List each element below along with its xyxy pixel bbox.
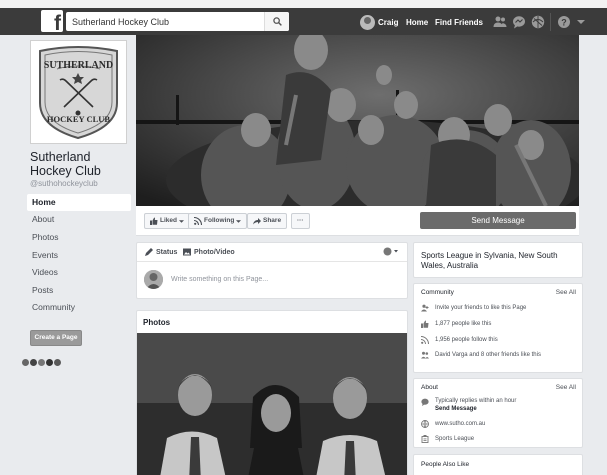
chevron-down-icon — [178, 219, 184, 223]
friends-icon — [421, 351, 429, 359]
community-card: Community See All Invite your friends to… — [413, 283, 583, 373]
page-avatar-icon — [383, 247, 398, 256]
profile-link[interactable]: Craig — [360, 14, 398, 30]
rss-icon — [194, 217, 202, 225]
chevron-down-icon — [236, 219, 242, 223]
create-page-button[interactable]: Create a Page — [30, 330, 82, 346]
follows-count: 1,956 people follow this — [435, 337, 498, 343]
search-icon — [273, 17, 282, 26]
likes-row: 1,877 people like this — [421, 319, 491, 329]
find-friends-link[interactable]: Find Friends — [435, 18, 483, 27]
like-icon — [421, 320, 429, 328]
left-nav-events[interactable]: Events — [27, 247, 131, 264]
about-title[interactable]: About — [421, 384, 438, 391]
status-tab[interactable]: Status — [145, 248, 177, 256]
photos-title[interactable]: Photos — [143, 318, 170, 327]
left-nav-community[interactable]: Community — [27, 299, 131, 316]
messages-icon — [421, 398, 429, 406]
photos-section: Photos — [136, 310, 408, 475]
share-label: Share — [263, 217, 282, 224]
invite-friends-row[interactable]: Invite your friends to like this Page — [421, 303, 526, 313]
community-see-all-link[interactable]: See All — [556, 289, 576, 296]
rss-icon — [421, 336, 429, 344]
globe-icon — [421, 420, 429, 428]
website-link[interactable]: www.sutho.com.au — [435, 421, 485, 427]
left-nav-posts[interactable]: Posts — [27, 282, 131, 299]
invite-friends-text: Invite your friends to like this Page — [435, 305, 527, 311]
composer-input[interactable]: Write something on this Page... — [171, 276, 268, 283]
share-icon — [253, 218, 261, 225]
website-row[interactable]: www.sutho.com.au — [421, 419, 485, 429]
following-button[interactable]: Following — [188, 213, 248, 229]
category-icon — [421, 435, 429, 443]
avatar — [360, 14, 375, 30]
page-profile-picture[interactable]: SUTHERLAND HOCKEY CLUB — [30, 40, 127, 144]
search-box[interactable] — [66, 12, 289, 32]
avatar[interactable] — [38, 359, 45, 366]
composer-tabs: Status Photo/Video — [137, 243, 407, 262]
post-composer: Status Photo/Video Write something on th… — [136, 242, 408, 299]
profile-name: Craig — [378, 17, 399, 27]
home-link[interactable]: Home — [406, 18, 428, 27]
svg-text:?: ? — [561, 18, 567, 28]
response-time-text: Typically replies within an hour — [435, 398, 517, 404]
liked-label: Liked — [160, 217, 177, 224]
invite-friends-icon — [421, 304, 429, 312]
cover-photo[interactable] — [136, 35, 579, 206]
left-nav-home[interactable]: Home — [27, 194, 131, 211]
logo-text-top: SUTHERLAND — [43, 60, 114, 71]
following-label: Following — [204, 217, 235, 224]
avatar[interactable] — [46, 359, 53, 366]
left-nav-about[interactable]: About — [27, 211, 131, 228]
category-row[interactable]: Sports League — [421, 434, 474, 444]
send-message-button[interactable]: Send Message — [420, 212, 576, 229]
share-button[interactable]: Share — [247, 213, 288, 229]
left-nav-videos[interactable]: Videos — [27, 264, 131, 281]
photo-video-tab-label: Photo/Video — [194, 248, 235, 256]
more-options-button[interactable]: ··· — [291, 213, 310, 229]
people-also-like-card: People Also Like — [413, 454, 583, 475]
pencil-icon — [145, 248, 153, 256]
page-category-card: Sports League in Sylvania, New South Wal… — [413, 242, 583, 278]
notifications-icon[interactable] — [530, 14, 546, 30]
facebook-logo-letter: f — [54, 12, 61, 32]
help-icon[interactable]: ? — [556, 14, 572, 30]
friends-like-row[interactable]: David Varga and 8 other friends like thi… — [421, 350, 541, 360]
left-column: SUTHERLAND HOCKEY CLUB Sutherland Hockey… — [27, 35, 131, 475]
page-category-location: Sports League in Sylvania, New South Wal… — [421, 251, 558, 270]
likes-count: 1,877 people like this — [435, 321, 492, 327]
photo-video-tab[interactable]: Photo/Video — [183, 248, 235, 256]
category-link[interactable]: Sports League — [435, 436, 474, 442]
friend-requests-icon[interactable] — [492, 14, 508, 30]
logo-text-bottom: HOCKEY CLUB — [46, 114, 111, 124]
nav-divider — [550, 13, 551, 31]
avatar[interactable] — [22, 359, 29, 366]
photo-icon — [183, 248, 191, 256]
avatar[interactable] — [30, 359, 37, 366]
liked-button[interactable]: Liked — [144, 213, 190, 229]
page-username[interactable]: @suthohockeyclub — [30, 179, 98, 188]
avatar[interactable] — [54, 359, 61, 366]
search-input[interactable] — [66, 12, 256, 32]
friend-avatars[interactable] — [22, 359, 61, 366]
messages-icon[interactable] — [511, 14, 527, 30]
community-title[interactable]: Community — [421, 289, 454, 296]
search-button[interactable] — [264, 12, 289, 31]
about-see-all-link[interactable]: See All — [556, 384, 576, 391]
follows-row: 1,956 people follow this — [421, 335, 498, 345]
avatar — [144, 270, 163, 289]
like-icon — [150, 217, 158, 225]
response-row[interactable]: Typically replies within an hour Send Me… — [421, 397, 516, 414]
send-message-link[interactable]: Send Message — [435, 405, 516, 413]
friends-like-text: David Varga and 8 other friends like thi… — [435, 352, 541, 358]
about-card: About See All Typically replies within a… — [413, 378, 583, 448]
post-as-selector[interactable] — [383, 247, 399, 256]
people-also-like-title: People Also Like — [421, 461, 470, 468]
facebook-logo[interactable]: f — [41, 10, 63, 32]
status-tab-label: Status — [156, 248, 178, 256]
photo-thumbnail[interactable] — [137, 333, 407, 475]
page-title: Sutherland Hockey Club — [30, 150, 101, 178]
account-menu-icon[interactable] — [573, 14, 589, 30]
left-nav-photos[interactable]: Photos — [27, 229, 131, 246]
